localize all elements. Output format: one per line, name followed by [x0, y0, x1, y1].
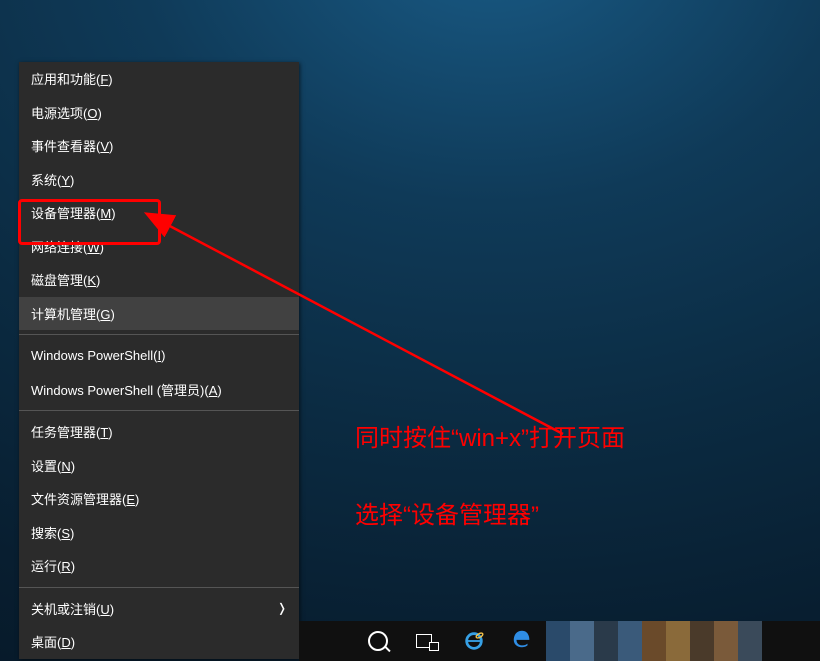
menu-item-label: 事件查看器(V) — [31, 136, 113, 155]
edge-button[interactable] — [498, 621, 546, 661]
menu-item-label: 网络连接(W) — [31, 237, 104, 256]
menu-item-设置[interactable]: 设置(N) — [19, 449, 299, 483]
internet-explorer-button[interactable] — [450, 621, 498, 661]
taskbar-tile[interactable] — [666, 621, 690, 661]
chevron-right-icon: ❭ — [277, 601, 287, 615]
taskbar — [299, 621, 820, 661]
menu-item-label: 磁盘管理(K) — [31, 270, 100, 289]
menu-item-label: Windows PowerShell(I) — [31, 348, 165, 363]
menu-item-label: 设置(N) — [31, 456, 75, 475]
menu-item-label: 系统(Y) — [31, 170, 74, 189]
menu-item-应用和功能[interactable]: 应用和功能(F) — [19, 62, 299, 96]
annotation-line-1: 同时按住“win+x”打开页面 — [355, 418, 625, 453]
menu-separator — [19, 410, 299, 411]
menu-item-label: 应用和功能(F) — [31, 69, 113, 88]
menu-separator — [19, 587, 299, 588]
menu-item-label: Windows PowerShell (管理员)(A) — [31, 380, 222, 399]
search-icon — [368, 631, 388, 651]
annotation-line-2: 选择“设备管理器” — [355, 495, 539, 530]
menu-item-Windows PowerShell[interactable]: Windows PowerShell(I) — [19, 339, 299, 373]
task-view-icon — [416, 634, 436, 648]
menu-item-label: 电源选项(O) — [31, 103, 102, 122]
menu-item-label: 搜索(S) — [31, 523, 74, 542]
ie-icon — [463, 630, 485, 652]
menu-item-系统[interactable]: 系统(Y) — [19, 163, 299, 197]
taskbar-tile[interactable] — [570, 621, 594, 661]
desktop-background: 应用和功能(F) 电源选项(O) 事件查看器(V) 系统(Y) 设备管理器(M) 网络连接… — [0, 0, 820, 661]
menu-item-运行[interactable]: 运行(R) — [19, 549, 299, 583]
menu-item-label: 文件资源管理器(E) — [31, 489, 139, 508]
menu-item-磁盘管理[interactable]: 磁盘管理(K) — [19, 263, 299, 297]
taskbar-app-tiles — [546, 621, 762, 661]
menu-item-label: 运行(R) — [31, 556, 75, 575]
winx-context-menu: 应用和功能(F) 电源选项(O) 事件查看器(V) 系统(Y) 设备管理器(M) 网络连接… — [19, 62, 299, 659]
menu-item-任务管理器[interactable]: 任务管理器(T) — [19, 415, 299, 449]
menu-item-事件查看器[interactable]: 事件查看器(V) — [19, 129, 299, 163]
menu-item-设备管理器[interactable]: 设备管理器(M) — [19, 196, 299, 230]
edge-icon — [511, 628, 533, 655]
menu-item-label: 任务管理器(T) — [31, 422, 113, 441]
menu-separator — [19, 334, 299, 335]
menu-item-文件资源管理器[interactable]: 文件资源管理器(E) — [19, 482, 299, 516]
taskbar-tile[interactable] — [714, 621, 738, 661]
taskbar-tile[interactable] — [738, 621, 762, 661]
menu-item-搜索[interactable]: 搜索(S) — [19, 516, 299, 550]
menu-item-计算机管理[interactable]: 计算机管理(G) — [19, 297, 299, 331]
menu-item-label: 设备管理器(M) — [31, 203, 116, 222]
taskbar-tile[interactable] — [546, 621, 570, 661]
menu-item-label: 桌面(D) — [31, 632, 75, 651]
menu-item-关机或注销[interactable]: 关机或注销(U) ❭ — [19, 592, 299, 626]
menu-item-电源选项[interactable]: 电源选项(O) — [19, 96, 299, 130]
taskbar-tile[interactable] — [594, 621, 618, 661]
menu-item-桌面[interactable]: 桌面(D) — [19, 625, 299, 659]
taskbar-tile[interactable] — [618, 621, 642, 661]
menu-item-label: 关机或注销(U) — [31, 599, 114, 618]
menu-item-Windows PowerShell (管理员)[interactable]: Windows PowerShell (管理员)(A) — [19, 373, 299, 407]
taskbar-tile[interactable] — [642, 621, 666, 661]
search-button[interactable] — [354, 621, 402, 661]
task-view-button[interactable] — [402, 621, 450, 661]
taskbar-tile[interactable] — [690, 621, 714, 661]
menu-item-label: 计算机管理(G) — [31, 304, 115, 323]
menu-item-网络连接[interactable]: 网络连接(W) — [19, 230, 299, 264]
